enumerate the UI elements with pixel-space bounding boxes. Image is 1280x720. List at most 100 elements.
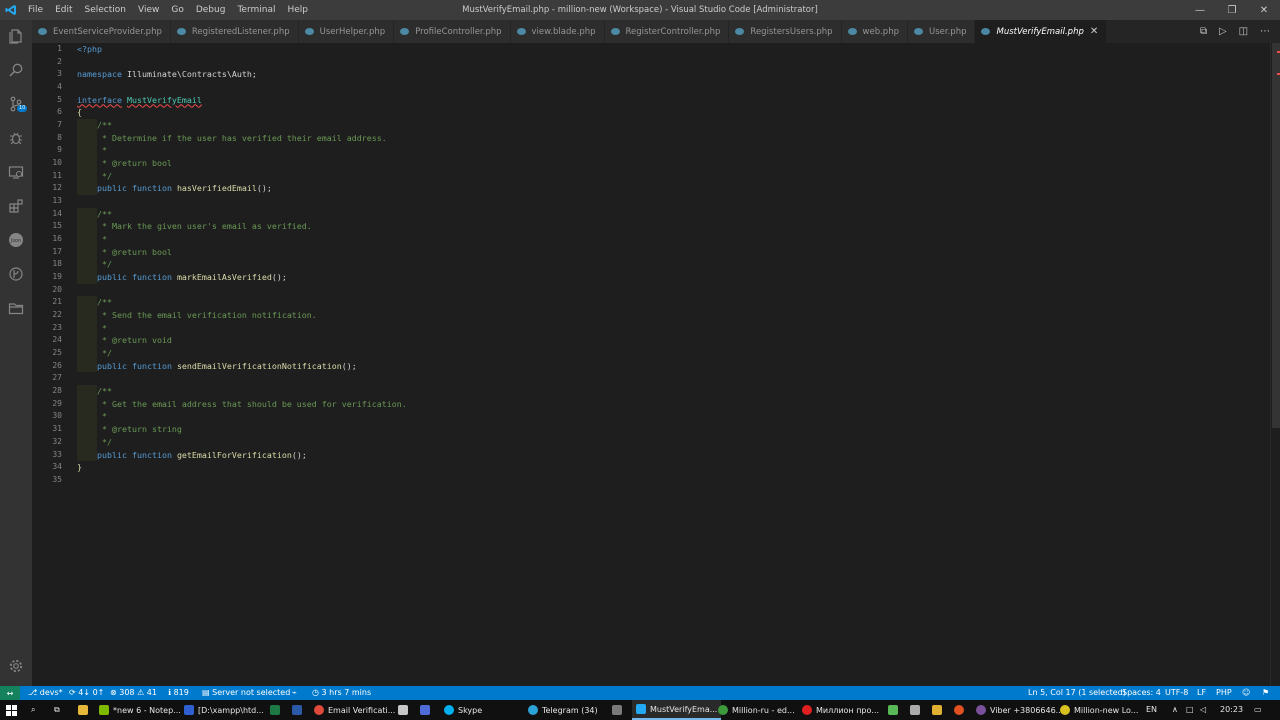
split-editor-icon[interactable]: ◫ bbox=[1239, 26, 1248, 37]
connect-icon[interactable]: ⌁ bbox=[292, 686, 297, 700]
search-button[interactable] bbox=[0, 56, 32, 84]
app-pin-2[interactable] bbox=[420, 700, 434, 720]
php-file-icon bbox=[176, 28, 186, 35]
feedback-icon[interactable]: ☺ bbox=[1242, 686, 1250, 700]
run-icon[interactable]: ▷ bbox=[1219, 26, 1227, 37]
menu-go[interactable]: Go bbox=[165, 0, 189, 20]
network-icon[interactable]: □ bbox=[1186, 700, 1194, 720]
taskbar-item-far[interactable]: [D:\xampp\htd... bbox=[184, 700, 264, 720]
app-icon bbox=[420, 705, 430, 715]
encoding[interactable]: UTF-8 bbox=[1165, 686, 1188, 700]
line-number: 30 bbox=[52, 411, 62, 421]
taskbar-item-editor[interactable]: Million-ru - ed... bbox=[718, 700, 795, 720]
minimize-button[interactable]: — bbox=[1184, 0, 1216, 20]
app-pin[interactable] bbox=[398, 700, 412, 720]
taskbar-item-telegram[interactable]: Telegram (34) bbox=[528, 700, 598, 720]
git-sync[interactable]: ⟳ 4↓ 0↑ bbox=[69, 686, 104, 700]
files-icon bbox=[9, 29, 22, 44]
time-tracker[interactable]: ◷ 3 hrs 7 mins bbox=[312, 686, 371, 700]
code-line: } bbox=[77, 462, 82, 473]
indentation[interactable]: Spaces: 4 bbox=[1122, 686, 1161, 700]
menu-file[interactable]: File bbox=[22, 0, 49, 20]
explorer-button[interactable] bbox=[0, 22, 32, 50]
server-status[interactable]: ▤ Server not selected bbox=[202, 686, 290, 700]
taskbar-item-million[interactable]: Million-new Lo... bbox=[1060, 700, 1138, 720]
start-button[interactable] bbox=[6, 700, 17, 720]
tab-web[interactable]: web.php bbox=[841, 20, 908, 43]
task-view-button[interactable]: ⧉ bbox=[54, 700, 60, 720]
tab-registersusers[interactable]: RegistersUsers.php bbox=[729, 20, 842, 43]
taskbar-item-notepad[interactable]: *new 6 - Notep... bbox=[99, 700, 181, 720]
code-line: */ bbox=[77, 258, 407, 272]
word-pin[interactable] bbox=[292, 700, 306, 720]
tab-registeredlistener[interactable]: RegisteredListener.php bbox=[170, 20, 299, 43]
app-pin-7[interactable] bbox=[954, 700, 968, 720]
system-clock[interactable]: 20:23 bbox=[1220, 700, 1243, 720]
close-tab-icon[interactable]: ✕ bbox=[1090, 26, 1098, 37]
remote-explorer-button[interactable] bbox=[0, 158, 32, 186]
tab-eventserviceprovider[interactable]: EventServiceProvider.php bbox=[32, 20, 171, 43]
code-editor[interactable]: 1 2 3 4 5 6 7 8 9 10 11 12 13 14 15 16 17 18 19 20 21 22 23 24 2… bbox=[32, 43, 1270, 686]
open-changes-icon[interactable]: ⧉ bbox=[1200, 26, 1207, 37]
end-of-line[interactable]: LF bbox=[1197, 686, 1206, 700]
language-indicator[interactable]: EN bbox=[1146, 700, 1157, 720]
git-branch[interactable]: ⎇ devs* bbox=[28, 686, 63, 700]
tab-mustverifyemail[interactable]: MustVerifyEmail.php ✕ bbox=[975, 20, 1108, 43]
line-number: 10 bbox=[52, 158, 62, 168]
php-file-icon bbox=[610, 28, 620, 35]
project-manager-button[interactable] bbox=[0, 294, 32, 322]
gitlens-button[interactable] bbox=[0, 260, 32, 288]
source-control-button[interactable]: 10 bbox=[0, 90, 32, 118]
search-taskbar-button[interactable]: ⌕ bbox=[31, 700, 35, 720]
app-pin-6[interactable] bbox=[932, 700, 946, 720]
menu-edit[interactable]: Edit bbox=[49, 0, 78, 20]
vertical-scrollbar[interactable] bbox=[1270, 43, 1280, 686]
tab-user[interactable]: User.php bbox=[908, 20, 976, 43]
app-pin-4[interactable] bbox=[888, 700, 902, 720]
extensions-button[interactable] bbox=[0, 192, 32, 220]
info-indicator[interactable]: ℹ 819 bbox=[168, 686, 189, 700]
tab-view-blade[interactable]: view.blade.php bbox=[510, 20, 605, 43]
tab-label: ProfileController.php bbox=[415, 26, 502, 37]
taskbar-item-vscode[interactable]: MustVerifyEma... bbox=[632, 700, 722, 720]
menu-selection[interactable]: Selection bbox=[79, 0, 132, 20]
manage-button[interactable] bbox=[0, 652, 32, 680]
excel-pin[interactable] bbox=[270, 700, 284, 720]
app-icon bbox=[932, 705, 942, 715]
php-file-icon bbox=[38, 28, 47, 35]
remote-indicator[interactable]: ↔ bbox=[0, 686, 20, 700]
more-actions-icon[interactable]: ⋯ bbox=[1260, 26, 1270, 37]
line-number: 20 bbox=[52, 284, 62, 294]
taskbar-item-viber[interactable]: Viber +3806646... bbox=[976, 700, 1063, 720]
file-explorer-pin[interactable] bbox=[78, 700, 92, 720]
app-pin-5[interactable] bbox=[910, 700, 924, 720]
menu-debug[interactable]: Debug bbox=[190, 0, 232, 20]
close-window-button[interactable]: ✕ bbox=[1248, 0, 1280, 20]
cursor-position[interactable]: Ln 5, Col 17 (1 selected) bbox=[1028, 686, 1126, 700]
app-pin-3[interactable] bbox=[612, 700, 626, 720]
folder-icon bbox=[78, 705, 88, 715]
app-icon bbox=[910, 705, 920, 715]
json-tools-button[interactable]: Json bbox=[0, 226, 32, 254]
taskbar-item-opera[interactable]: Миллион про... bbox=[802, 700, 879, 720]
taskbar-item-skype[interactable]: Skype bbox=[444, 700, 482, 720]
action-center-icon[interactable]: ▭ bbox=[1254, 700, 1262, 720]
taskbar-item-chrome[interactable]: Email Verificati... bbox=[314, 700, 395, 720]
language-mode[interactable]: PHP bbox=[1216, 686, 1232, 700]
menu-view[interactable]: View bbox=[132, 0, 165, 20]
tab-profilecontroller[interactable]: ProfileController.php bbox=[394, 20, 511, 43]
menu-help[interactable]: Help bbox=[281, 0, 314, 20]
tab-userhelper[interactable]: UserHelper.php bbox=[298, 20, 395, 43]
code-line: /** bbox=[77, 207, 407, 221]
menu-terminal[interactable]: Terminal bbox=[231, 0, 281, 20]
notifications-icon[interactable]: ⚑ bbox=[1262, 686, 1269, 700]
problems-indicator[interactable]: ⊗ 308 ⚠ 41 bbox=[110, 686, 157, 700]
tab-registercontroller[interactable]: RegisterController.php bbox=[604, 20, 730, 43]
code-line: /** bbox=[77, 296, 407, 310]
scrollbar-thumb[interactable] bbox=[1272, 43, 1280, 428]
maximize-button[interactable]: ❐ bbox=[1216, 0, 1248, 20]
line-number: 2 bbox=[57, 56, 62, 66]
tray-chevron-icon[interactable]: ∧ bbox=[1172, 700, 1178, 720]
debug-button[interactable] bbox=[0, 124, 32, 152]
volume-icon[interactable]: ◁ bbox=[1200, 700, 1206, 720]
